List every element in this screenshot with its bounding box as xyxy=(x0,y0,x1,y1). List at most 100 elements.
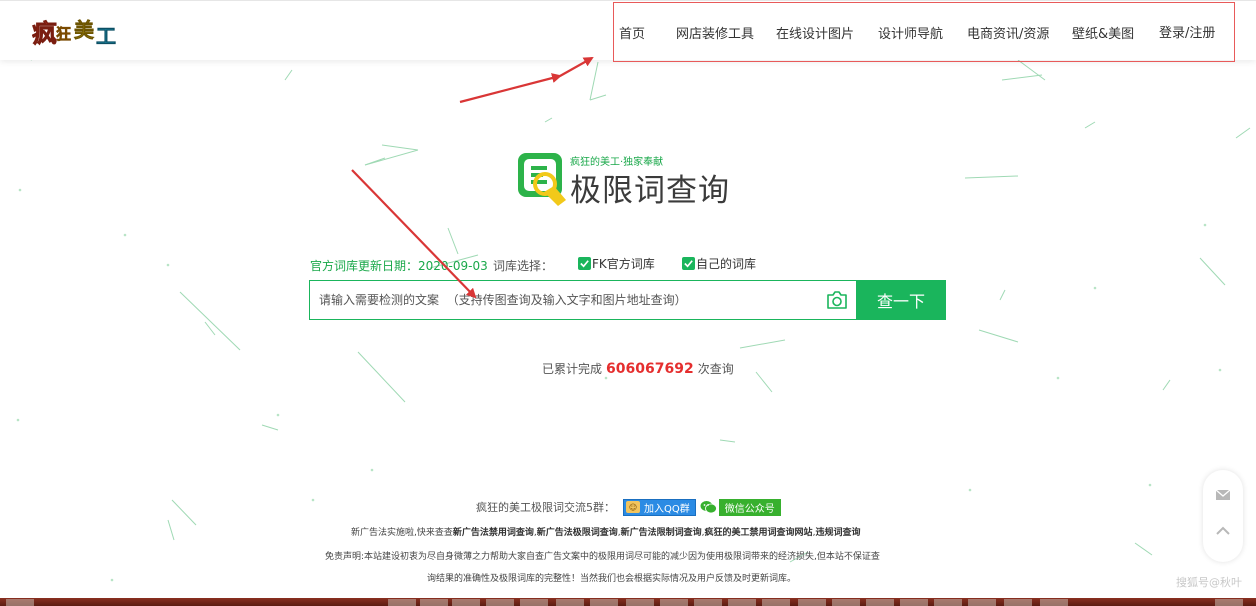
seo-link[interactable]: 新广告法禁用词查询 xyxy=(453,528,534,538)
network-line xyxy=(447,227,459,255)
svg-text:狂: 狂 xyxy=(56,25,71,43)
disclaimer-line-1: 免责声明:本站建设初衷为尽自身微薄之力帮助大家自查广告文案中的极限用词尽可能的减… xyxy=(325,552,880,562)
nav-item-6[interactable]: 登录/注册 xyxy=(1159,22,1215,41)
seo-link[interactable]: 新广告法限制词查询 xyxy=(621,528,702,538)
network-line xyxy=(381,144,419,151)
nav-item-0[interactable]: 首页 xyxy=(619,23,645,42)
seo-link[interactable]: 违规词查询 xyxy=(815,528,860,538)
back-to-top-icon[interactable] xyxy=(1214,522,1232,540)
option-label: 自己的词库 xyxy=(696,256,757,271)
network-dot xyxy=(110,578,114,582)
search-button[interactable]: 查一下 xyxy=(856,280,946,320)
library-select-label: 词库选择： xyxy=(493,259,554,273)
network-line xyxy=(544,117,553,123)
network-line xyxy=(589,94,607,101)
checkbox-checked-icon[interactable] xyxy=(682,256,695,270)
taskbar-app-icon[interactable] xyxy=(866,599,894,606)
disclaimer-line-2: 询结果的准确性及极限词库的完整性！当然我们也会根据实际情况及用户反馈及时更新词库… xyxy=(427,574,797,584)
search-input[interactable] xyxy=(309,280,857,320)
option-label: FK官方词库 xyxy=(592,256,655,271)
network-line xyxy=(167,519,175,541)
network-line xyxy=(364,157,386,166)
network-line xyxy=(1134,542,1153,556)
taskbar-app-icon[interactable] xyxy=(900,599,928,606)
network-line xyxy=(755,371,773,393)
nav-highlight-box: 首页 网店装修工具 在线设计图片 设计师导航 电商资讯/资源 壁纸&美图 登录/注册 xyxy=(613,2,1235,62)
wechat-label: 微信公众号 xyxy=(718,498,781,516)
network-dot xyxy=(1056,376,1060,380)
network-dot xyxy=(276,413,280,417)
network-line xyxy=(999,289,1006,301)
taskbar-app-icon[interactable] xyxy=(798,599,826,606)
camera-icon[interactable] xyxy=(825,289,849,311)
taskbar-app-icon[interactable] xyxy=(6,599,34,606)
brand-block: 疯狂的美工·独家奉献 极限词查询 xyxy=(514,148,754,209)
network-dot xyxy=(604,376,608,380)
option-fk-library[interactable]: FK官方词库 xyxy=(578,256,655,271)
seo-link[interactable]: 新广告法极限词查询 xyxy=(537,528,618,538)
network-line xyxy=(1199,257,1226,286)
seo-links-line: 新广告法实施啦,快来查查新广告法禁用词查询,新广告法极限词查询,新广告法限制词查… xyxy=(351,525,860,538)
join-qq-button[interactable]: ☺ 加入QQ群 xyxy=(623,498,696,516)
taskbar-app-icon[interactable] xyxy=(1215,599,1243,606)
taskbar-app-icon[interactable] xyxy=(832,599,860,606)
taskbar-app-icon[interactable] xyxy=(694,599,722,606)
nav-item-5[interactable]: 壁纸&美图 xyxy=(1072,23,1134,42)
network-line xyxy=(739,339,786,349)
taskbar-app-icon[interactable] xyxy=(520,599,548,606)
taskbar-app-icon[interactable] xyxy=(420,599,448,606)
taskbar-app-icon[interactable] xyxy=(556,599,584,606)
counter-value: 606067692 xyxy=(606,361,694,377)
taskbar-app-icon[interactable] xyxy=(452,599,480,606)
nav-item-3[interactable]: 设计师导航 xyxy=(878,23,943,42)
qq-label: 加入QQ群 xyxy=(644,503,690,515)
network-dot xyxy=(166,263,170,267)
page-title: 极限词查询 xyxy=(570,173,730,209)
network-dot xyxy=(370,468,374,472)
nav-item-4[interactable]: 电商资讯/资源 xyxy=(967,23,1049,42)
wechat-icon xyxy=(700,501,717,514)
counter-suffix: 次查询 xyxy=(697,362,734,376)
checkbox-checked-icon[interactable] xyxy=(578,256,591,270)
os-taskbar xyxy=(0,598,1256,606)
counter-prefix: 已累计完成 xyxy=(542,362,603,376)
main-nav: 首页 网店装修工具 在线设计图片 设计师导航 电商资讯/资源 壁纸&美图 登录/注册 xyxy=(614,3,1236,61)
option-own-library[interactable]: 自己的词库 xyxy=(682,256,757,271)
taskbar-app-icon[interactable] xyxy=(626,599,654,606)
mail-icon[interactable] xyxy=(1214,486,1232,504)
network-line xyxy=(284,69,293,81)
network-line xyxy=(357,351,406,403)
qq-avatar-icon: ☺ xyxy=(626,501,640,513)
taskbar-app-icon[interactable] xyxy=(762,599,790,606)
network-dot xyxy=(311,498,315,502)
site-logo[interactable]: 疯 狂 美 工 xyxy=(32,13,122,49)
taskbar-app-icon[interactable] xyxy=(728,599,756,606)
seo-link[interactable]: 疯狂的美工禁用词查询网站 xyxy=(705,528,813,538)
network-dot xyxy=(1093,286,1097,290)
network-line xyxy=(364,149,419,166)
group-text: 疯狂的美工极限词交流5群： xyxy=(476,501,615,514)
svg-text:工: 工 xyxy=(96,26,116,48)
update-date-label: 官方词库更新日期：2020-09-03 xyxy=(310,259,488,273)
taskbar-app-icon[interactable] xyxy=(486,599,514,606)
nav-item-2[interactable]: 在线设计图片 xyxy=(776,23,854,42)
taskbar-app-icon[interactable] xyxy=(660,599,688,606)
network-dot xyxy=(18,188,22,192)
network-dot xyxy=(968,488,972,492)
seo-text: 新广告法实施啦,快来查查 xyxy=(351,528,453,538)
nav-item-1[interactable]: 网店装修工具 xyxy=(676,23,754,42)
taskbar-app-icon[interactable] xyxy=(968,599,996,606)
network-line xyxy=(978,329,1019,343)
svg-text:疯: 疯 xyxy=(32,19,57,48)
wechat-button[interactable]: 微信公众号 xyxy=(700,498,781,516)
network-dot xyxy=(123,233,127,237)
network-line xyxy=(589,61,599,101)
taskbar-app-icon[interactable] xyxy=(1004,599,1032,606)
taskbar-app-icon[interactable] xyxy=(590,599,618,606)
taskbar-app-icon[interactable] xyxy=(1040,599,1068,606)
network-dot xyxy=(1203,223,1207,227)
taskbar-items xyxy=(0,598,1256,606)
taskbar-app-icon[interactable] xyxy=(388,599,416,606)
watermark-text: 搜狐号@秋叶 xyxy=(1176,576,1242,589)
taskbar-app-icon[interactable] xyxy=(934,599,962,606)
